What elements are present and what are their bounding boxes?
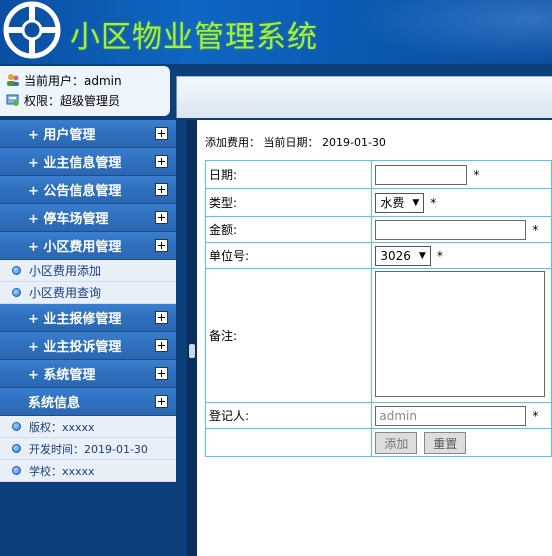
menu-repair[interactable]: + 业主报修管理 bbox=[0, 304, 176, 332]
info-text: 开发时间：2019-01-30 bbox=[29, 442, 148, 456]
current-user-row: 当前用户：admin bbox=[6, 70, 164, 90]
info-copyright: 版权：xxxxx bbox=[0, 416, 176, 438]
main-content: 添加费用： 当前日期： 2019-01-30 日期: * 类型: 水费 ▼ * 金额… bbox=[197, 120, 552, 556]
chevron-down-icon: ▼ bbox=[418, 250, 426, 261]
menu-owner-info[interactable]: + 业主信息管理 bbox=[0, 148, 176, 176]
date-input[interactable] bbox=[375, 164, 468, 185]
menu-label: + 停车场管理 bbox=[28, 212, 109, 227]
expand-icon[interactable] bbox=[155, 339, 168, 352]
info-dev-time: 开发时间：2019-01-30 bbox=[0, 438, 176, 460]
menu-label: + 用户管理 bbox=[28, 128, 96, 143]
required-mark: * bbox=[430, 195, 437, 210]
current-user-text: 当前用户：admin bbox=[24, 73, 122, 88]
menu-label: + 业主信息管理 bbox=[28, 156, 122, 171]
menu-system-info[interactable]: 系统信息 bbox=[0, 388, 176, 416]
role-row: 权限：超级管理员 bbox=[6, 90, 164, 110]
recorder-input[interactable]: admin bbox=[375, 405, 527, 426]
form-caption: 添加费用： 当前日期： 2019-01-30 bbox=[205, 136, 386, 149]
unit-select[interactable]: 3026 ▼ bbox=[375, 245, 431, 266]
submenu-label: 小区费用添加 bbox=[29, 264, 102, 278]
recorder-label: 登记人: bbox=[204, 402, 373, 429]
expand-icon[interactable] bbox=[155, 155, 168, 168]
submenu-fee-add[interactable]: 小区费用添加 bbox=[0, 260, 176, 282]
remark-label: 备注: bbox=[204, 268, 373, 403]
expand-icon[interactable] bbox=[155, 395, 168, 408]
header-decoration bbox=[352, 0, 552, 64]
required-mark: * bbox=[473, 167, 480, 182]
expand-icon[interactable] bbox=[155, 211, 168, 224]
menu-label: + 业主投诉管理 bbox=[28, 340, 122, 355]
logo-icon bbox=[3, 1, 61, 59]
users-icon bbox=[7, 74, 19, 86]
sidebar-menu: + 用户管理 + 业主信息管理 + 公告信息管理 + 停车场管理 + 小区费用管… bbox=[0, 120, 176, 482]
menu-label: 系统信息 bbox=[28, 396, 81, 411]
info-text: 学校：xxxxx bbox=[29, 464, 95, 478]
permission-icon bbox=[6, 94, 19, 106]
bullet-icon bbox=[12, 466, 21, 475]
expand-icon[interactable] bbox=[155, 183, 168, 196]
expand-icon[interactable] bbox=[155, 367, 168, 380]
menu-label: + 小区费用管理 bbox=[28, 240, 122, 255]
bullet-icon bbox=[12, 288, 21, 297]
amount-label: 金额: bbox=[204, 216, 373, 243]
menu-system[interactable]: + 系统管理 bbox=[0, 360, 176, 388]
top-strip bbox=[176, 76, 552, 118]
type-select-value: 水费 bbox=[380, 196, 405, 210]
header-banner: 小区物业管理系统 bbox=[0, 0, 552, 64]
unit-select-value: 3026 bbox=[380, 248, 411, 263]
amount-input[interactable] bbox=[375, 219, 527, 240]
reset-button[interactable]: 重置 bbox=[424, 431, 467, 454]
submenu-fee-query[interactable]: 小区费用查询 bbox=[0, 282, 176, 304]
info-text: 版权：xxxxx bbox=[29, 420, 95, 434]
bullet-icon bbox=[12, 422, 21, 431]
expand-icon[interactable] bbox=[155, 311, 168, 324]
collapse-handle-icon[interactable] bbox=[189, 344, 195, 358]
button-row-spacer bbox=[204, 428, 373, 457]
required-mark: * bbox=[532, 222, 539, 237]
bullet-icon bbox=[12, 266, 21, 275]
info-school: 学校：xxxxx bbox=[0, 460, 176, 482]
type-select[interactable]: 水费 ▼ bbox=[375, 192, 425, 213]
menu-fee-management[interactable]: + 小区费用管理 bbox=[0, 232, 176, 260]
menu-label: + 公告信息管理 bbox=[28, 184, 122, 199]
fee-form: 日期: * 类型: 水费 ▼ * 金额: * 单位号: 3026 ▼ * 备注: 登记人… bbox=[204, 160, 552, 457]
user-info-box: 当前用户：admin 权限：超级管理员 bbox=[0, 66, 170, 116]
chevron-down-icon: ▼ bbox=[412, 197, 420, 208]
remark-textarea[interactable] bbox=[375, 271, 546, 397]
submenu-label: 小区费用查询 bbox=[29, 286, 102, 300]
menu-label: + 系统管理 bbox=[28, 368, 96, 383]
expand-icon[interactable] bbox=[155, 127, 168, 140]
expand-icon[interactable] bbox=[155, 239, 168, 252]
add-button[interactable]: 添加 bbox=[375, 431, 418, 454]
required-mark: * bbox=[532, 408, 539, 423]
menu-user-management[interactable]: + 用户管理 bbox=[0, 120, 176, 148]
menu-complaint[interactable]: + 业主投诉管理 bbox=[0, 332, 176, 360]
required-mark: * bbox=[436, 248, 443, 263]
bullet-icon bbox=[12, 444, 21, 453]
menu-label: + 业主报修管理 bbox=[28, 312, 122, 327]
sidebar: + 用户管理 + 业主信息管理 + 公告信息管理 + 停车场管理 + 小区费用管… bbox=[0, 120, 190, 556]
unit-label: 单位号: bbox=[204, 242, 373, 269]
type-label: 类型: bbox=[204, 188, 373, 217]
app-title: 小区物业管理系统 bbox=[70, 20, 318, 55]
menu-notice[interactable]: + 公告信息管理 bbox=[0, 176, 176, 204]
role-text: 权限：超级管理员 bbox=[24, 93, 121, 108]
menu-parking[interactable]: + 停车场管理 bbox=[0, 204, 176, 232]
sidebar-splitter[interactable] bbox=[187, 120, 197, 556]
date-label: 日期: bbox=[204, 160, 373, 189]
